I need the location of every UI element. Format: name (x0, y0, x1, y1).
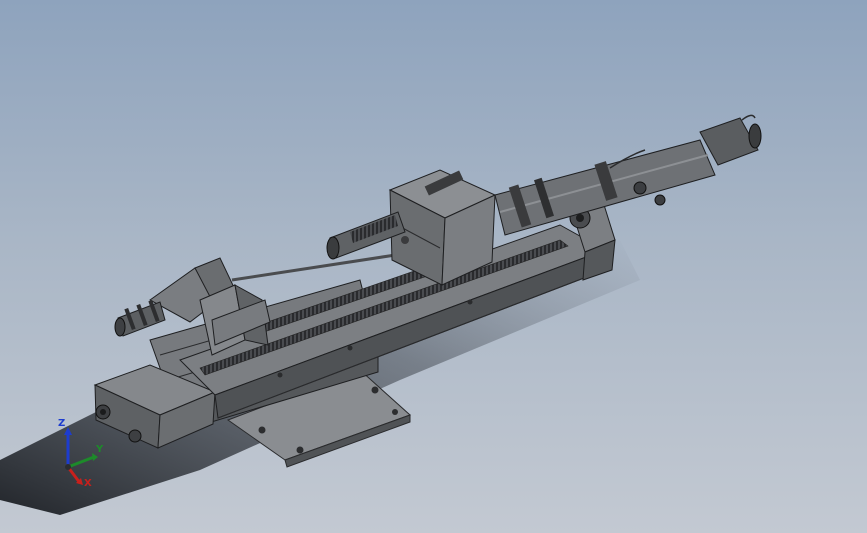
axis-triad: Z Y X (50, 415, 110, 495)
guide-rod (231, 250, 416, 282)
left-cylinder[interactable] (114, 299, 166, 337)
cad-model-assembly[interactable] (0, 0, 867, 533)
axis-y-label: Y (96, 444, 104, 455)
axis-x-label: X (84, 478, 92, 489)
main-block[interactable] (388, 169, 497, 286)
axis-z-label: Z (58, 418, 66, 429)
cad-viewport[interactable]: Z Y X (0, 0, 867, 533)
